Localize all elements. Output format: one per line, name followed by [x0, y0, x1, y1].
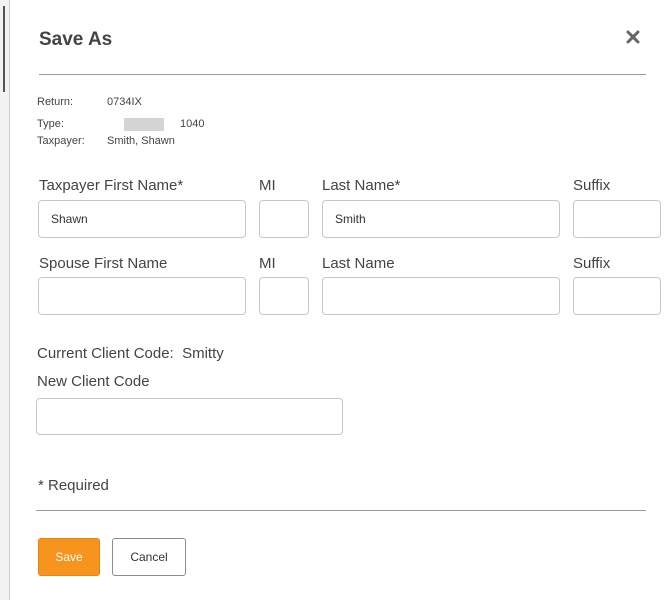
- spouse-suffix-input[interactable]: [573, 277, 661, 315]
- spouse-last-name-input[interactable]: [322, 277, 560, 315]
- spouse-mi-label: MI: [259, 255, 276, 272]
- cancel-button[interactable]: Cancel: [112, 538, 186, 576]
- taxpayer-suffix-input[interactable]: [573, 200, 661, 238]
- title-divider: [39, 74, 646, 75]
- background-window-edge: [0, 0, 10, 600]
- close-icon: [626, 30, 640, 44]
- spouse-mi-input[interactable]: [259, 277, 309, 315]
- current-client-code: Current Client Code: Smitty: [37, 345, 224, 362]
- taxpayer-mi-label: MI: [259, 177, 276, 194]
- current-client-code-label: Current Client Code:: [37, 345, 174, 362]
- taxpayer-value: Smith, Shawn: [107, 135, 175, 147]
- type-label: Type:: [37, 118, 64, 130]
- spouse-suffix-label: Suffix: [573, 255, 611, 272]
- save-button[interactable]: Save: [38, 538, 100, 576]
- taxpayer-mi-input[interactable]: [259, 200, 309, 238]
- type-value: 1040: [180, 118, 205, 130]
- taxpayer-first-name-label: Taxpayer First Name*: [39, 177, 184, 194]
- current-client-code-value: Smitty: [182, 345, 224, 362]
- taxpayer-last-name-label: Last Name*: [322, 177, 401, 194]
- dialog-title: Save As: [39, 29, 113, 50]
- footer-divider: [36, 510, 646, 511]
- spouse-first-name-label: Spouse First Name: [39, 255, 168, 272]
- save-as-dialog: Save As Return: 0734IX Type: 1040 Taxpay…: [11, 0, 666, 600]
- spouse-first-name-input[interactable]: [38, 277, 246, 315]
- return-label: Return:: [37, 96, 74, 108]
- taxpayer-label: Taxpayer:: [37, 135, 85, 147]
- close-button[interactable]: [622, 26, 644, 48]
- required-note: * Required: [38, 477, 109, 494]
- return-value: 0734IX: [107, 96, 142, 108]
- new-client-code-label: New Client Code: [37, 373, 150, 390]
- new-client-code-input[interactable]: [36, 398, 343, 435]
- spouse-last-name-label: Last Name: [322, 255, 395, 272]
- taxpayer-first-name-input[interactable]: [38, 200, 246, 238]
- background-window-marker: [3, 6, 5, 92]
- taxpayer-suffix-label: Suffix: [573, 177, 611, 194]
- taxpayer-last-name-input[interactable]: [322, 200, 560, 238]
- redacted-type-prefix: [124, 118, 164, 131]
